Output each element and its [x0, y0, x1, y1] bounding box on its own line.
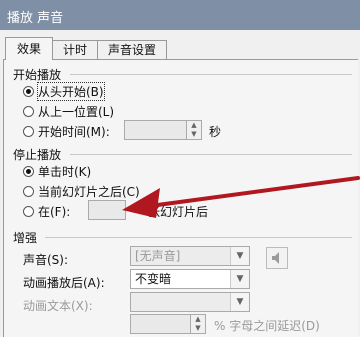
start-heading: 开始播放 [13, 68, 62, 82]
start-at-time-label[interactable]: 开始时间(M): [38, 123, 110, 140]
stop-divider [70, 154, 352, 155]
letter-delay-spin-buttons[interactable]: ▲ ▼ [190, 315, 205, 333]
start-from-last-position-label[interactable]: 从上一位置(L) [38, 103, 114, 120]
spin-down-icon[interactable]: ▼ [187, 130, 201, 139]
stop-heading: 停止播放 [13, 148, 62, 162]
stop-after-current-slide-label[interactable]: 当前幻灯片之后(C) [38, 183, 140, 200]
stop-on-click-radio[interactable] [23, 166, 34, 177]
speaker-icon [272, 252, 279, 264]
letter-delay-spinner[interactable]: ▲ ▼ [130, 314, 206, 334]
start-at-time-radio[interactable] [23, 126, 34, 137]
tab-sound-settings[interactable]: 声音设置 [97, 40, 167, 60]
enhance-divider [45, 237, 352, 238]
title-bar: 播放 声音 [0, 0, 360, 30]
stop-after-slides-suffix: 张幻灯片后 [148, 205, 209, 219]
start-divider [70, 74, 352, 75]
chevron-down-icon[interactable]: ▼ [230, 270, 249, 288]
enhance-heading: 增强 [13, 231, 38, 245]
stop-after-slides-spinner[interactable] [88, 200, 126, 220]
dialog-title: 播放 声音 [7, 11, 64, 26]
start-time-spinner[interactable]: ▲ ▼ [124, 120, 202, 140]
after-animation-value: 不变暗 [135, 272, 172, 286]
tab-effect[interactable]: 效果 [5, 37, 53, 60]
speaker-button[interactable] [266, 247, 288, 269]
stop-on-click-label[interactable]: 单击时(K) [38, 163, 91, 180]
sound-value: [无声音] [135, 249, 181, 263]
after-animation-label: 动画播放后(A): [23, 276, 105, 290]
start-from-last-position-radio[interactable] [23, 106, 34, 117]
animate-text-label: 动画文本(X): [23, 299, 93, 313]
animate-text-dropdown[interactable]: ▼ [130, 292, 250, 312]
chevron-down-icon[interactable]: ▼ [230, 247, 249, 265]
spin-up-icon[interactable]: ▲ [187, 121, 201, 130]
start-from-beginning-radio[interactable] [23, 86, 34, 97]
start-time-unit: 秒 [209, 125, 222, 139]
sound-label: 声音(S): [23, 253, 69, 267]
letter-delay-label: % 字母之间延迟(D) [214, 319, 320, 333]
tab-timing[interactable]: 计时 [51, 40, 99, 60]
after-animation-dropdown[interactable]: 不变暗 ▼ [130, 269, 250, 289]
start-time-spin-buttons[interactable]: ▲ ▼ [186, 121, 201, 139]
chevron-down-icon[interactable]: ▼ [230, 293, 249, 311]
sound-dropdown[interactable]: [无声音] ▼ [130, 246, 250, 266]
spin-down-icon[interactable]: ▼ [191, 324, 205, 333]
stop-after-slides-label[interactable]: 在(F): [38, 203, 70, 220]
start-from-beginning-label[interactable]: 从头开始(B) [37, 82, 105, 101]
stop-after-slides-radio[interactable] [23, 206, 34, 217]
spin-up-icon[interactable]: ▲ [191, 315, 205, 324]
tab-strip: 效果 计时 声音设置 [0, 30, 360, 60]
stop-after-current-slide-radio[interactable] [23, 186, 34, 197]
